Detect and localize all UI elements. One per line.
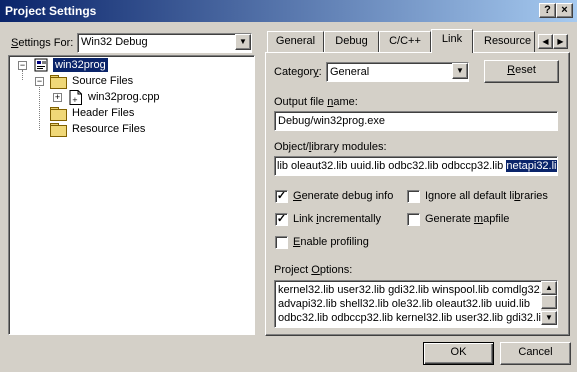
tree-item-resource-files[interactable]: Resource Files bbox=[14, 122, 244, 138]
tree-item-label: Source Files bbox=[72, 75, 134, 87]
project-options-line: advapi32.lib shell32.lib ole32.lib oleau… bbox=[278, 298, 530, 310]
modules-input[interactable]: lib oleaut32.lib uuid.lib odbc32.lib odb… bbox=[274, 156, 558, 176]
generate-mapfile-label: Generate mapfile bbox=[425, 213, 510, 225]
title-bar[interactable]: Project Settings ? × bbox=[0, 0, 577, 22]
folder-icon bbox=[50, 123, 67, 137]
tree-root-label: win32prog bbox=[52, 57, 109, 73]
ignore-default-libs-checkbox[interactable] bbox=[407, 190, 420, 203]
tab-c-cpp[interactable]: C/C++ bbox=[379, 31, 431, 52]
tree-item-label: win32prog.cpp bbox=[88, 91, 160, 103]
window-title: Project Settings bbox=[5, 4, 97, 18]
close-button[interactable]: × bbox=[556, 3, 573, 18]
reset-button[interactable]: Reset bbox=[484, 60, 559, 83]
dropdown-arrow-icon[interactable]: ▼ bbox=[235, 34, 251, 50]
vertical-scrollbar[interactable]: ▲ ▼ bbox=[541, 281, 557, 325]
scroll-down-icon[interactable]: ▼ bbox=[541, 311, 557, 325]
category-label: Category: bbox=[274, 66, 322, 78]
project-icon bbox=[34, 58, 48, 72]
tree-item-source-files[interactable]: − Source Files bbox=[14, 74, 244, 90]
generate-mapfile-checkbox[interactable] bbox=[407, 213, 420, 226]
source-file-icon: + bbox=[69, 90, 82, 105]
help-button[interactable]: ? bbox=[539, 3, 556, 18]
tree-item-cpp-file[interactable]: + + win32prog.cpp bbox=[14, 90, 244, 106]
ignore-default-libs-label: Ignore all default libraries bbox=[425, 190, 548, 202]
project-tree[interactable]: − win32prog − Source Files + + win32prog… bbox=[8, 55, 255, 335]
collapse-icon[interactable]: − bbox=[18, 61, 27, 70]
project-options-label: Project Options: bbox=[274, 264, 353, 276]
tab-resource[interactable]: Resource bbox=[473, 31, 535, 52]
svg-text:+: + bbox=[72, 96, 78, 104]
expand-icon[interactable]: + bbox=[53, 93, 62, 102]
tree-item-label: Resource Files bbox=[72, 123, 146, 135]
tab-scroll-left-icon[interactable]: ◀ bbox=[538, 34, 553, 49]
tree-item-label: Header Files bbox=[72, 107, 135, 119]
enable-profiling-checkbox[interactable] bbox=[275, 236, 288, 249]
project-options-line: kernel32.lib user32.lib gdi32.lib winspo… bbox=[278, 284, 554, 296]
tree-item-header-files[interactable]: Header Files bbox=[14, 106, 244, 122]
settings-for-value: Win32 Debug bbox=[81, 36, 148, 48]
settings-for-dropdown[interactable]: Win32 Debug ▼ bbox=[77, 33, 252, 53]
modules-label: Object/library modules: bbox=[274, 141, 387, 153]
tab-general[interactable]: General bbox=[267, 31, 324, 52]
tab-scroll-right-icon[interactable]: ▶ bbox=[553, 34, 568, 49]
enable-profiling-label: Enable profiling bbox=[293, 236, 369, 248]
collapse-icon[interactable]: − bbox=[35, 77, 44, 86]
folder-open-icon bbox=[50, 75, 67, 89]
modules-value: lib oleaut32.lib uuid.lib odbc32.lib odb… bbox=[277, 160, 557, 172]
output-value: Debug/win32prog.exe bbox=[278, 115, 386, 127]
scroll-thumb[interactable] bbox=[541, 295, 557, 309]
cancel-button[interactable]: Cancel bbox=[500, 342, 571, 365]
project-options-textarea[interactable]: kernel32.lib user32.lib gdi32.lib winspo… bbox=[274, 280, 558, 328]
output-file-input[interactable]: Debug/win32prog.exe bbox=[274, 111, 558, 131]
link-incrementally-checkbox[interactable]: ✓ bbox=[275, 213, 288, 226]
project-options-line: odbc32.lib odbccp32.lib kernel32.lib use… bbox=[278, 312, 548, 324]
tab-debug[interactable]: Debug bbox=[324, 31, 379, 52]
folder-icon bbox=[50, 107, 67, 121]
category-value: General bbox=[330, 66, 370, 78]
generate-debug-info-label: Generate debug info bbox=[293, 190, 394, 202]
output-label: Output file name: bbox=[274, 96, 358, 108]
dropdown-arrow-icon[interactable]: ▼ bbox=[452, 63, 468, 79]
modules-selected-text: netapi32.lib bbox=[506, 160, 557, 172]
ok-button[interactable]: OK bbox=[423, 342, 494, 365]
category-dropdown[interactable]: General ▼ bbox=[326, 62, 469, 82]
tree-root-row[interactable]: − win32prog bbox=[14, 57, 244, 74]
link-incrementally-label: Link incrementally bbox=[293, 213, 382, 225]
settings-for-label: Settings For: bbox=[11, 37, 74, 49]
generate-debug-info-checkbox[interactable]: ✓ bbox=[275, 190, 288, 203]
tab-link[interactable]: Link bbox=[431, 29, 473, 53]
scroll-up-icon[interactable]: ▲ bbox=[541, 281, 557, 295]
